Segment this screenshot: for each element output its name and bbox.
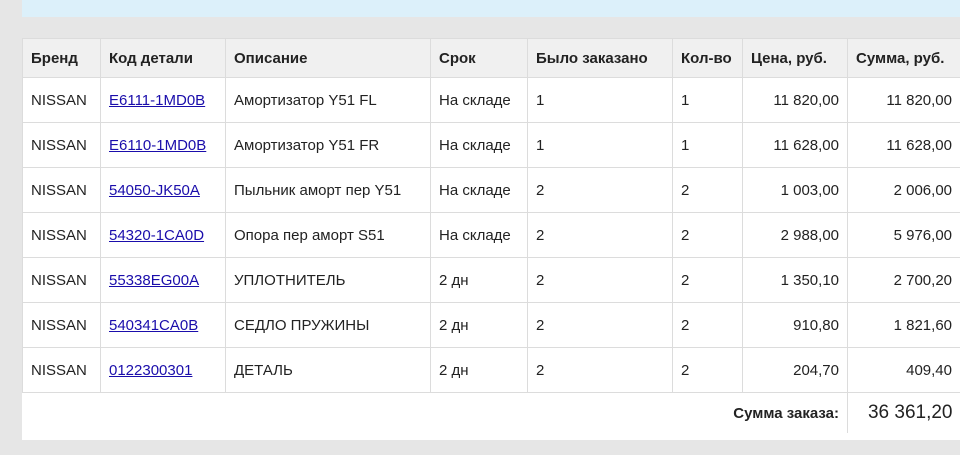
order-table: Бренд Код детали Описание Срок Было зака…: [22, 38, 960, 433]
cell-description: УПЛОТНИТЕЛЬ: [225, 257, 431, 303]
cell-ordered: 2: [527, 167, 673, 213]
header-price: Цена, руб.: [742, 38, 848, 78]
cell-description: ДЕТАЛЬ: [225, 347, 431, 393]
cell-sum: 5 976,00: [847, 212, 960, 258]
table-row: NISSAN 54320-1CA0D Опора пер аморт S51 Н…: [22, 212, 960, 258]
cell-term: 2 дн: [430, 257, 528, 303]
part-code-link[interactable]: E6111-1MD0B: [109, 92, 205, 109]
cell-ordered: 2: [527, 212, 673, 258]
cell-ordered: 2: [527, 347, 673, 393]
part-code-link[interactable]: 540341CA0B: [109, 317, 198, 334]
cell-price: 11 628,00: [742, 122, 848, 168]
cell-price: 1 350,10: [742, 257, 848, 303]
table-row: NISSAN 54050-JK50A Пыльник аморт пер Y51…: [22, 167, 960, 213]
total-row: Сумма заказа: 36 361,20: [23, 392, 960, 433]
table-row: NISSAN E6110-1MD0B Амортизатор Y51 FR На…: [22, 122, 960, 168]
cell-term: 2 дн: [430, 302, 528, 348]
cell-qty: 2: [672, 347, 743, 393]
cell-code: 55338EG00A: [100, 257, 226, 303]
cell-brand: NISSAN: [22, 167, 101, 213]
cell-sum: 1 821,60: [847, 302, 960, 348]
cell-code: 0122300301: [100, 347, 226, 393]
cell-description: Пыльник аморт пер Y51: [225, 167, 431, 213]
order-panel: Бренд Код детали Описание Срок Было зака…: [22, 38, 960, 440]
cell-qty: 1: [672, 77, 743, 123]
cell-ordered: 1: [527, 122, 673, 168]
cell-qty: 2: [672, 167, 743, 213]
cell-qty: 2: [672, 212, 743, 258]
cell-description: Опора пер аморт S51: [225, 212, 431, 258]
order-total-label: Сумма заказа:: [733, 404, 839, 422]
cell-qty: 1: [672, 122, 743, 168]
part-code-link[interactable]: 54320-1CA0D: [109, 227, 204, 244]
cell-code: 540341CA0B: [100, 302, 226, 348]
cell-price: 204,70: [742, 347, 848, 393]
header-description: Описание: [225, 38, 431, 78]
cell-price: 910,80: [742, 302, 848, 348]
cell-description: СЕДЛО ПРУЖИНЫ: [225, 302, 431, 348]
cell-brand: NISSAN: [22, 77, 101, 123]
table-row: NISSAN 540341CA0B СЕДЛО ПРУЖИНЫ 2 дн 2 2…: [22, 302, 960, 348]
part-code-link[interactable]: 54050-JK50A: [109, 182, 200, 199]
table-row: NISSAN 55338EG00A УПЛОТНИТЕЛЬ 2 дн 2 2 1…: [22, 257, 960, 303]
cell-price: 11 820,00: [742, 77, 848, 123]
cell-brand: NISSAN: [22, 212, 101, 258]
cell-ordered: 1: [527, 77, 673, 123]
cell-description: Амортизатор Y51 FL: [225, 77, 431, 123]
top-banner: [22, 0, 960, 17]
cell-brand: NISSAN: [22, 257, 101, 303]
table-row: NISSAN 0122300301 ДЕТАЛЬ 2 дн 2 2 204,70…: [22, 347, 960, 393]
cell-ordered: 2: [527, 302, 673, 348]
cell-sum: 11 628,00: [847, 122, 960, 168]
cell-brand: NISSAN: [22, 347, 101, 393]
cell-description: Амортизатор Y51 FR: [225, 122, 431, 168]
part-code-link[interactable]: E6110-1MD0B: [109, 137, 206, 154]
header-code: Код детали: [100, 38, 226, 78]
cell-price: 2 988,00: [742, 212, 848, 258]
cell-sum: 11 820,00: [847, 77, 960, 123]
header-term: Срок: [430, 38, 528, 78]
header-row: Бренд Код детали Описание Срок Было зака…: [22, 38, 960, 78]
cell-term: На складе: [430, 167, 528, 213]
cell-price: 1 003,00: [742, 167, 848, 213]
header-sum: Сумма, руб.: [847, 38, 960, 78]
part-code-link[interactable]: 0122300301: [109, 362, 192, 379]
cell-term: 2 дн: [430, 347, 528, 393]
cell-qty: 2: [672, 302, 743, 348]
part-code-link[interactable]: 55338EG00A: [109, 272, 199, 289]
cell-code: 54050-JK50A: [100, 167, 226, 213]
cell-code: E6111-1MD0B: [100, 77, 226, 123]
cell-term: На складе: [430, 212, 528, 258]
cell-qty: 2: [672, 257, 743, 303]
cell-sum: 2 006,00: [847, 167, 960, 213]
cell-sum: 2 700,20: [847, 257, 960, 303]
cell-term: На складе: [430, 77, 528, 123]
cell-ordered: 2: [527, 257, 673, 303]
header-ordered: Было заказано: [527, 38, 673, 78]
header-qty: Кол-во: [672, 38, 743, 78]
order-total-value: 36 361,20: [847, 392, 960, 433]
cell-brand: NISSAN: [22, 122, 101, 168]
header-brand: Бренд: [22, 38, 101, 78]
cell-code: 54320-1CA0D: [100, 212, 226, 258]
cell-term: На складе: [430, 122, 528, 168]
cell-code: E6110-1MD0B: [100, 122, 226, 168]
cell-sum: 409,40: [847, 347, 960, 393]
cell-brand: NISSAN: [22, 302, 101, 348]
table-row: NISSAN E6111-1MD0B Амортизатор Y51 FL На…: [22, 77, 960, 123]
